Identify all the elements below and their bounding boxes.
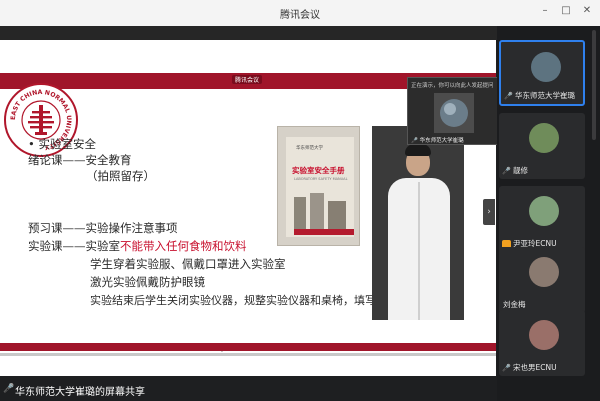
slide-bottom-line bbox=[0, 353, 496, 356]
share-top-strip bbox=[0, 26, 497, 40]
participant-name: 华东师范大学崔璐 bbox=[515, 91, 575, 100]
overlay-hint: 正在演示，你可以向此人发起提问 bbox=[411, 83, 494, 89]
overlay-label: 🎤 华东师范大学崔璐 bbox=[411, 138, 464, 144]
slide-line-2: 绪论课——安全教育 bbox=[28, 153, 132, 167]
slide-bottom-band bbox=[0, 343, 496, 351]
book-university: 华东师范大学 bbox=[296, 146, 323, 151]
warning-text: 不能带入任何食物和饮料 bbox=[120, 239, 247, 253]
mic-icon: 🎤 bbox=[502, 167, 511, 175]
participant-tile[interactable]: 刘金梅 bbox=[499, 247, 585, 313]
mic-icon: 🎤 bbox=[502, 364, 511, 372]
participant-name: 靓修 bbox=[513, 166, 528, 175]
participant-tile[interactable]: 🎤 宋也男ECNU bbox=[499, 310, 585, 376]
sidebar-scrollbar[interactable] bbox=[592, 30, 596, 140]
lab-coat-photo bbox=[372, 126, 464, 320]
book-title: 实验室安全手册 bbox=[292, 166, 345, 175]
participant-name: 刘金梅 bbox=[503, 300, 526, 309]
close-icon[interactable]: ✕ bbox=[582, 6, 592, 16]
safety-manual-image: 华东师范大学 实验室安全手册 LABORATORY SAFETY MANUAL bbox=[277, 126, 360, 246]
share-status-bar: 🎤 华东师范大学崔璐的屏幕共享 bbox=[0, 376, 497, 401]
slide-line-3: （拍照留存） bbox=[86, 169, 155, 183]
screen-share-label: 华东师范大学崔璐的屏幕共享 bbox=[15, 387, 145, 398]
mic-icon: 🎤 bbox=[3, 384, 15, 394]
mic-icon: 🎤 bbox=[504, 92, 513, 100]
avatar bbox=[531, 52, 561, 82]
collapse-sidebar-icon[interactable]: › bbox=[483, 199, 495, 225]
slide-line-7: 激光实验佩戴防护眼镜 bbox=[90, 275, 205, 289]
minimize-icon[interactable]: – bbox=[540, 6, 550, 16]
slide-line-4: 预习课——实验操作注意事项 bbox=[28, 221, 178, 235]
participant-tile[interactable]: 尹亚玲ECNU bbox=[499, 186, 585, 252]
slide-line-1: • 实验室安全 bbox=[28, 137, 96, 151]
share-hint: 腾讯会议 bbox=[232, 75, 263, 84]
title-bar: 腾讯会议 – □ ✕ bbox=[0, 0, 600, 27]
slide-line-5: 实验课——实验室不能带入任何食物和饮料 bbox=[28, 239, 247, 253]
participant-tile[interactable]: 🎤 华东师范大学崔璐 bbox=[499, 40, 585, 106]
avatar bbox=[529, 320, 559, 350]
presenter-video bbox=[434, 93, 474, 133]
avatar bbox=[529, 123, 559, 153]
book-subtitle: LABORATORY SAFETY MANUAL bbox=[294, 177, 348, 181]
avatar bbox=[529, 196, 559, 226]
slide-line-6: 学生穿着实验服、佩戴口罩进入实验室 bbox=[90, 257, 286, 271]
maximize-icon[interactable]: □ bbox=[561, 6, 571, 16]
presenter-video-overlay[interactable]: 正在演示，你可以向此人发起提问 🎤 华东师范大学崔璐 bbox=[407, 77, 502, 145]
window-title: 腾讯会议 bbox=[280, 10, 320, 21]
participant-name: 宋也男ECNU bbox=[513, 363, 557, 372]
participant-tile[interactable]: 🎤 靓修 bbox=[499, 113, 585, 179]
avatar bbox=[529, 257, 559, 287]
